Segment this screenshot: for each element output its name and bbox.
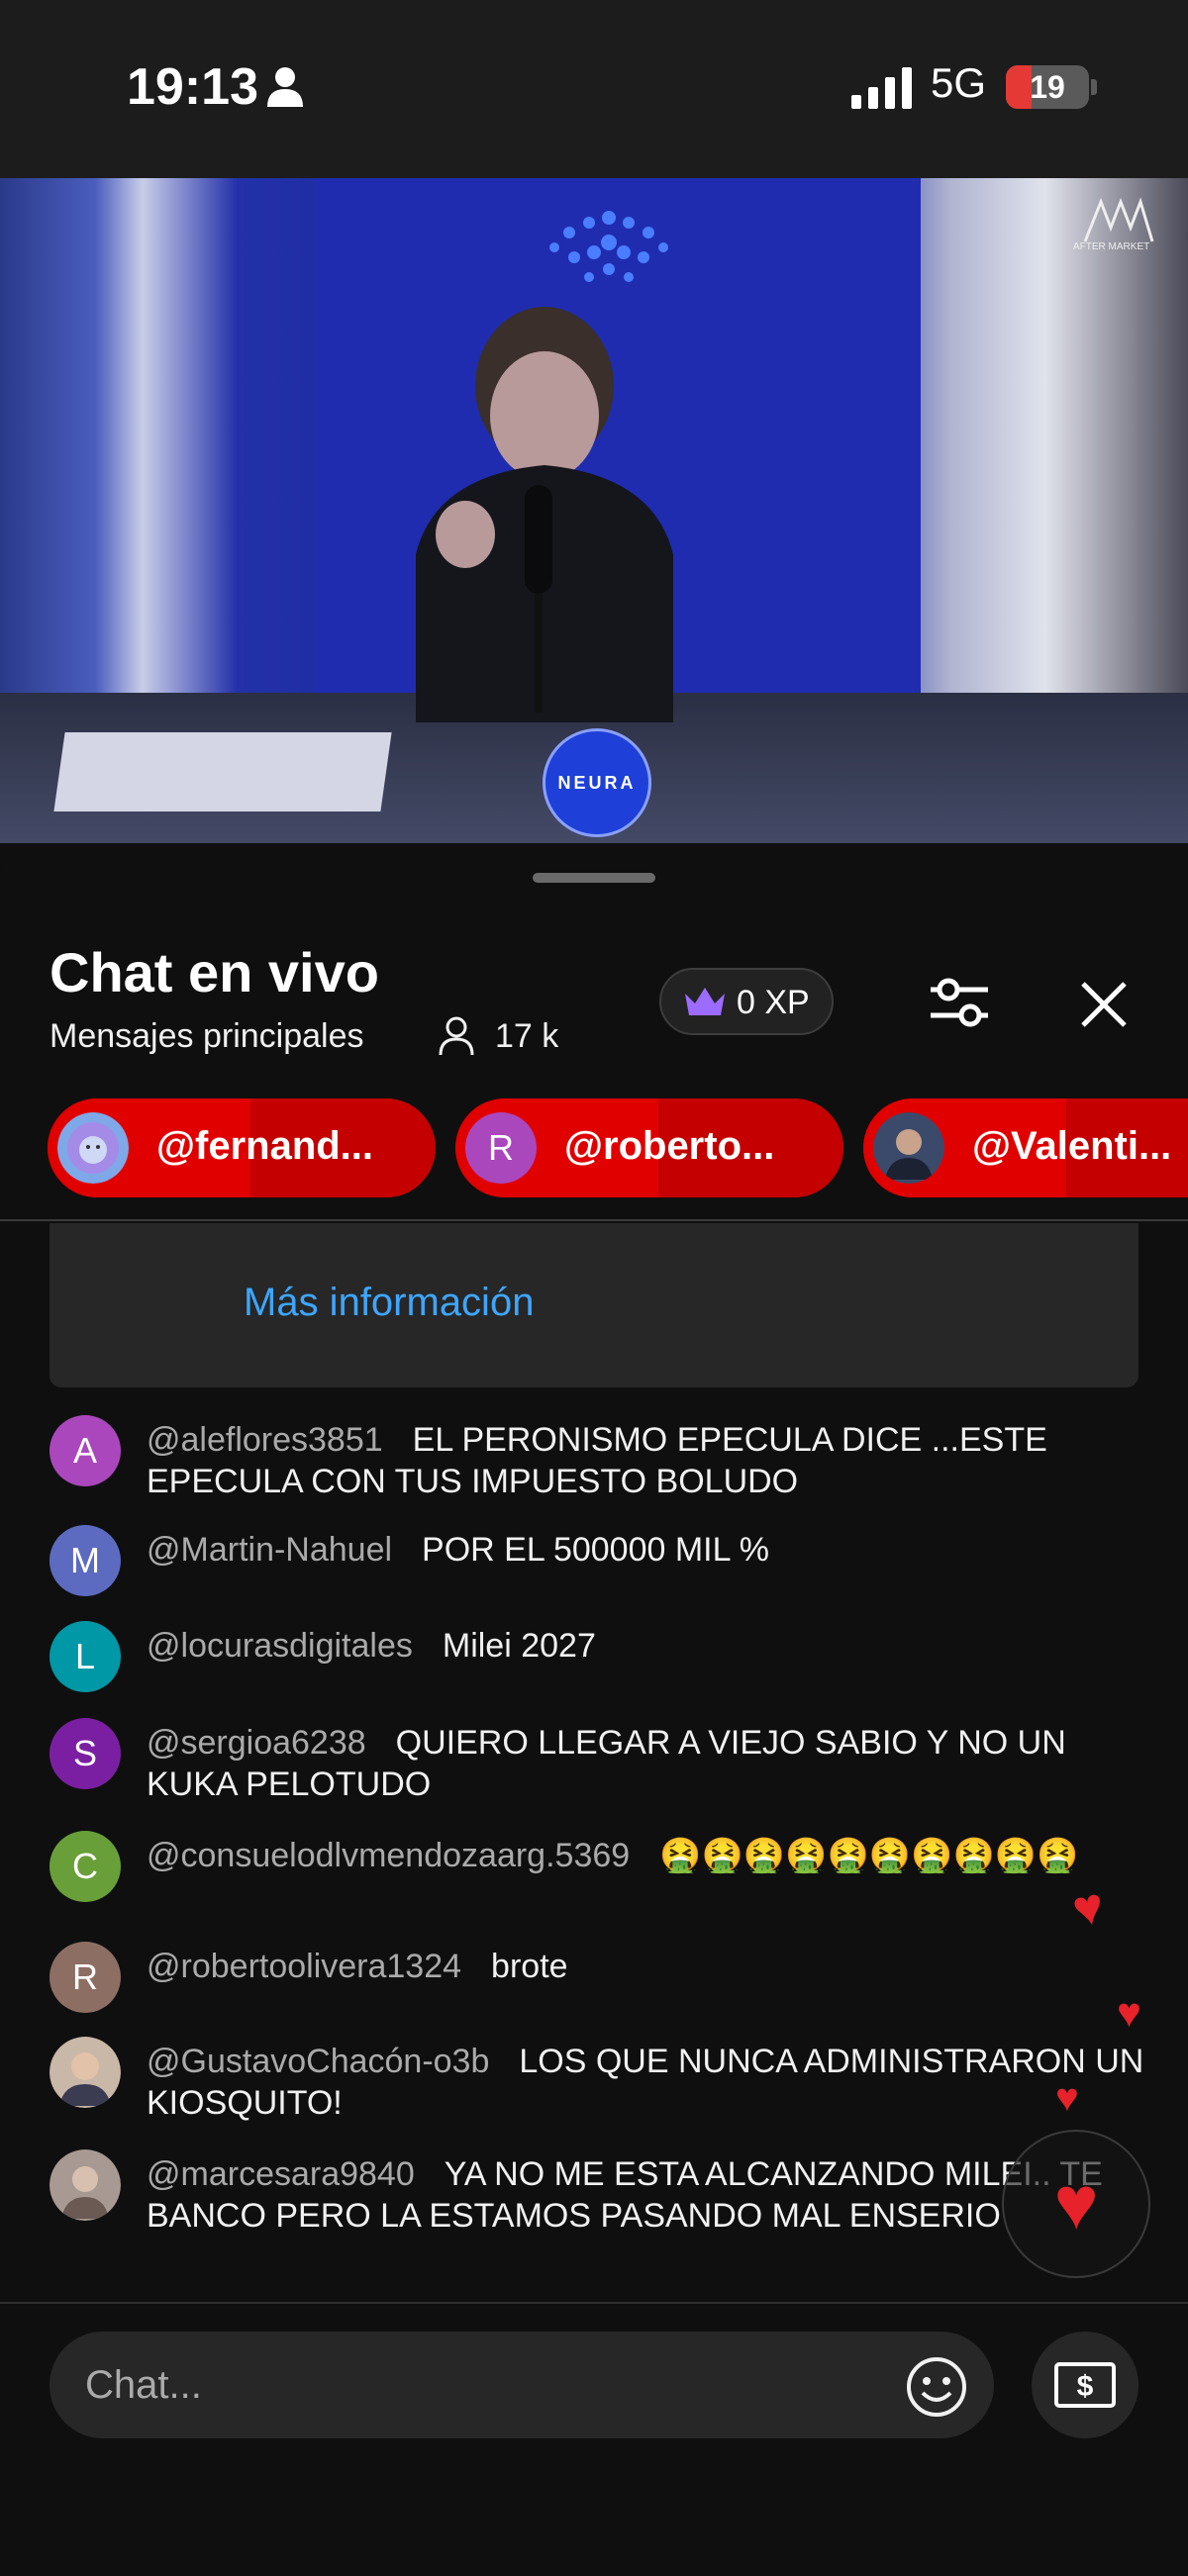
viewers-icon — [439, 1016, 474, 1056]
battery-tip — [1091, 79, 1097, 95]
ticker-item[interactable]: R @roberto... — [455, 1098, 843, 1197]
avatar[interactable] — [50, 2149, 121, 2221]
person-icon — [267, 67, 303, 107]
super-chat-button[interactable]: $ — [1032, 2332, 1138, 2438]
svg-text:$: $ — [1077, 2370, 1094, 2403]
message-author[interactable]: @consuelodlvmendozaarg.5369 — [147, 1837, 630, 1874]
message-body: @GustavoChacón-o3b LOS QUE NUNCA ADMINIST… — [147, 2041, 1146, 2124]
divider — [0, 1219, 1188, 1221]
message-body: @marcesara9840 YA NO ME ESTA ALCANZANDO M… — [147, 2153, 1146, 2237]
more-info-link[interactable]: Más información — [244, 1281, 534, 1325]
status-bar: 19:13 5G 19 — [0, 0, 1188, 178]
aftermarket-logo-text: AFTER MARKET — [1073, 241, 1150, 252]
message-author[interactable]: @marcesara9840 — [147, 2155, 415, 2193]
battery-icon: 19 — [1006, 65, 1089, 109]
avatar[interactable]: M — [50, 1525, 121, 1596]
video-paper — [53, 732, 392, 811]
floating-heart-icon: ♥ — [1055, 2076, 1079, 2120]
xp-button[interactable]: 0 XP — [659, 968, 834, 1035]
status-time: 19:13 — [127, 58, 258, 116]
chat-input[interactable] — [50, 2332, 994, 2438]
message-body: @sergioa6238 QUIERO LLEGAR A VIEJO SABIO … — [147, 1722, 1146, 1805]
message-author[interactable]: @sergioa6238 — [147, 1724, 366, 1762]
viewer-count: 17 k — [495, 1017, 559, 1055]
close-icon[interactable] — [1069, 970, 1138, 1039]
ticker-label: @roberto... — [564, 1124, 775, 1168]
signal-icon — [851, 67, 912, 109]
message-author[interactable]: @aleflores3851 — [147, 1421, 383, 1459]
avatar[interactable]: C — [50, 1831, 121, 1902]
filter-settings-icon[interactable] — [925, 968, 994, 1037]
ticker-label: @Valenti... — [972, 1124, 1172, 1168]
message-text: brote — [491, 1948, 568, 1985]
message-body: @aleflores3851 EL PERONISMO EPECULA DICE … — [147, 1419, 1146, 1502]
avatar[interactable]: L — [50, 1621, 121, 1692]
message-author[interactable]: @robertoolivera1324 — [147, 1948, 461, 1985]
message-text: 🤮🤮🤮🤮🤮🤮🤮🤮🤮🤮 — [659, 1837, 1079, 1874]
message-text: Milei 2027 — [442, 1627, 596, 1665]
info-banner: Más información — [50, 1223, 1138, 1387]
drag-handle[interactable] — [533, 873, 655, 883]
xp-label: 0 XP — [737, 984, 810, 1021]
battery-level: 19 — [1030, 69, 1065, 105]
message-body: @locurasdigitales Milei 2027 — [147, 1625, 1146, 1667]
avatar[interactable]: S — [50, 1718, 121, 1789]
neura-wall-logo — [549, 211, 668, 282]
message-body: @consuelodlvmendozaarg.5369 🤮🤮🤮🤮🤮🤮🤮🤮🤮🤮 — [147, 1835, 1146, 1876]
video-player[interactable]: AFTER MARKET NEURA — [0, 178, 1188, 843]
message-body: @robertoolivera1324 brote — [147, 1946, 1146, 1987]
message-author[interactable]: @locurasdigitales — [147, 1627, 413, 1665]
message-body: @Martin-Nahuel POR EL 500000 MIL % — [147, 1529, 1146, 1571]
floating-heart-icon: ♥ — [1117, 1989, 1141, 2036]
avatar[interactable] — [50, 2037, 121, 2108]
crown-icon — [685, 988, 725, 1015]
pinned-tickers: @fernand... R @roberto... @Valenti... — [0, 1098, 1188, 1207]
speaker-figure — [416, 307, 673, 722]
lion-avatar-icon — [57, 1112, 129, 1184]
message-author[interactable]: @Martin-Nahuel — [147, 1531, 392, 1569]
ticker-item[interactable]: @fernand... — [48, 1098, 436, 1197]
photo-avatar-icon — [873, 1112, 944, 1184]
ticker-label: @fernand... — [156, 1124, 374, 1168]
chat-mode-selector[interactable]: Mensajes principales — [50, 1017, 364, 1056]
avatar[interactable]: A — [50, 1415, 121, 1486]
message-author[interactable]: @GustavoChacón-o3b — [147, 2043, 489, 2080]
message-text: POR EL 500000 MIL % — [422, 1531, 769, 1569]
emoji-icon[interactable] — [905, 2355, 968, 2419]
ticker-item[interactable]: @Valenti... — [863, 1098, 1188, 1197]
neura-badge: NEURA — [543, 728, 651, 837]
chat-title: Chat en vivo — [50, 941, 379, 1003]
money-icon: $ — [1054, 2362, 1116, 2408]
avatar: R — [465, 1112, 537, 1184]
network-label: 5G — [931, 59, 987, 106]
chat-input-bar: $ — [0, 2302, 1188, 2576]
avatar[interactable]: R — [50, 1942, 121, 2013]
heart-reaction-button[interactable]: ♥ — [1002, 2130, 1150, 2278]
